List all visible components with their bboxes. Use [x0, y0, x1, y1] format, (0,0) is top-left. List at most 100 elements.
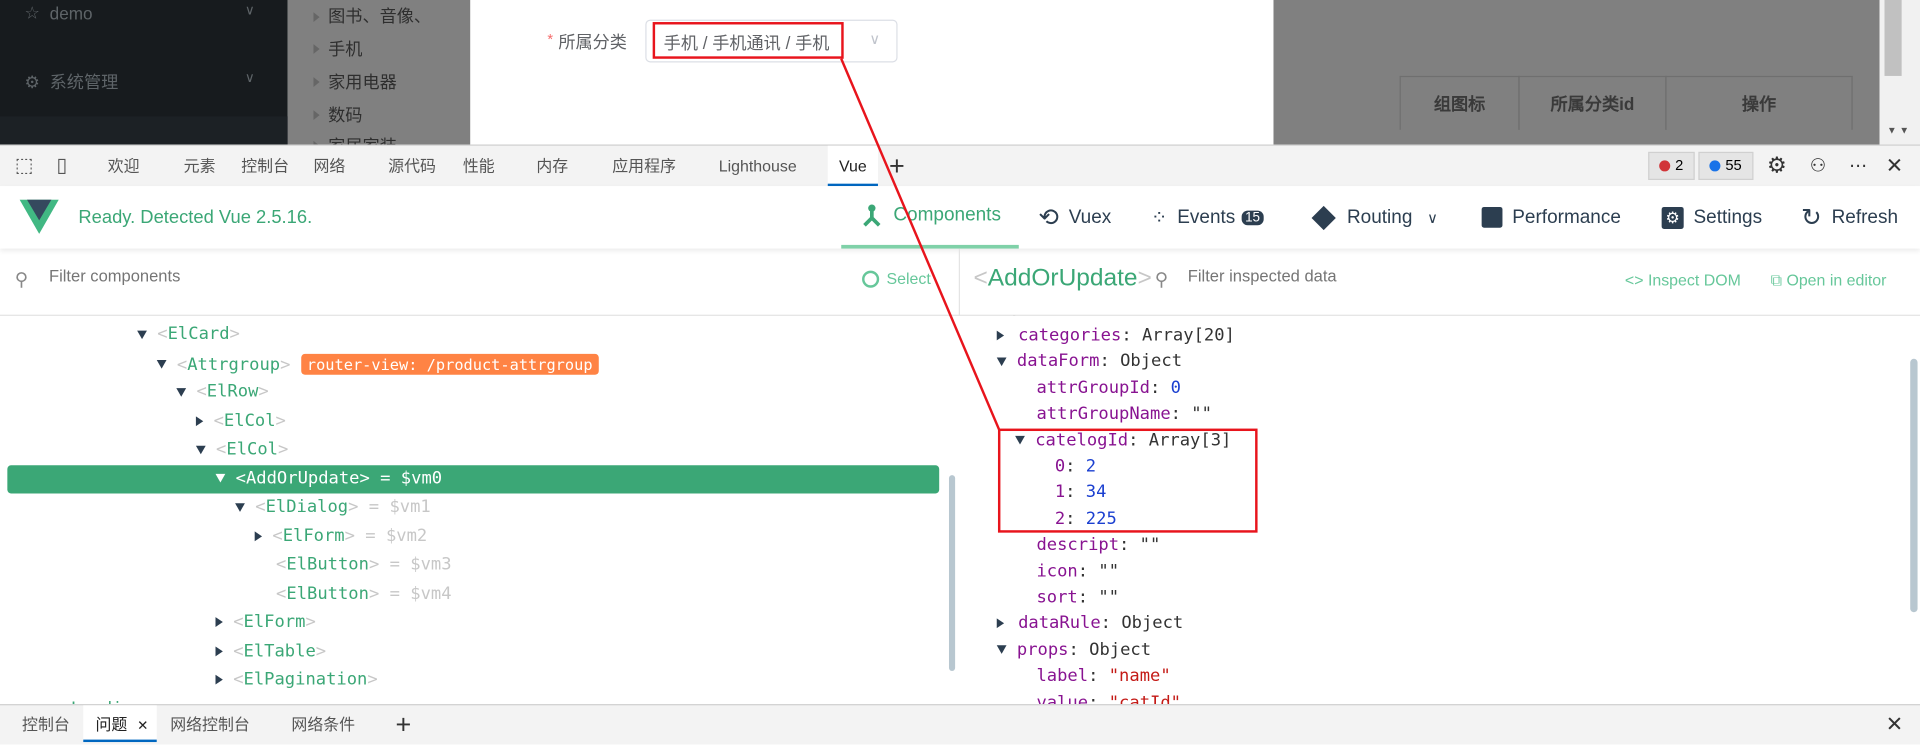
- scroll-down-icon[interactable]: ▼ ▼: [1887, 125, 1909, 136]
- data-value: "name": [1108, 666, 1171, 686]
- tree-node[interactable]: <ElRow>: [176, 378, 269, 406]
- data-value: "": [1139, 535, 1161, 555]
- add-tab-icon[interactable]: +: [889, 146, 905, 186]
- tree-node[interactable]: <Attrgroup> router-view: /product-attrgr…: [156, 350, 599, 378]
- tree-node[interactable]: <ElCard>: [137, 321, 240, 349]
- tab-memory[interactable]: 内存: [536, 146, 568, 186]
- tree-node[interactable]: <ElDialog> = $vm1: [235, 493, 431, 521]
- expand-arrow-icon[interactable]: [235, 502, 245, 512]
- drawer-tab-network-conditions[interactable]: 网络条件: [291, 705, 355, 744]
- tab-vue[interactable]: Vue: [827, 145, 878, 187]
- collapse-arrow-icon[interactable]: [215, 645, 223, 656]
- sidebar-item-system[interactable]: ⚙ 系统管理: [24, 70, 118, 94]
- category-item[interactable]: 手机: [328, 37, 362, 61]
- tab-lighthouse[interactable]: Lighthouse: [719, 146, 797, 186]
- category-item[interactable]: 图书、音像、: [328, 4, 431, 28]
- messages-badge[interactable]: 55: [1698, 151, 1754, 181]
- data-row[interactable]: dataForm: Object: [996, 348, 1183, 376]
- data-key: attrGroupName: [1036, 404, 1171, 424]
- select-component-button[interactable]: Select: [862, 269, 931, 288]
- page-scrollbar[interactable]: ▼ ▼: [1879, 0, 1920, 145]
- collapse-arrow-icon[interactable]: [254, 530, 263, 541]
- required-mark: *: [547, 30, 554, 48]
- tree-node[interactable]: <ElForm> = $vm2: [254, 522, 427, 550]
- data-row[interactable]: dataRule: Object: [996, 610, 1183, 638]
- tree-node[interactable]: <ElCol>: [195, 436, 288, 464]
- tree-node[interactable]: <ElButton> = $vm3: [255, 551, 452, 579]
- inspect-element-icon[interactable]: ⬚: [15, 146, 34, 186]
- chevron-down-icon: ∨: [244, 71, 255, 86]
- expand-arrow-icon[interactable]: [996, 357, 1007, 366]
- collapse-arrow-icon[interactable]: [215, 674, 223, 685]
- inspect-dom-button[interactable]: <> Inspect DOM: [1625, 271, 1741, 289]
- tab-components[interactable]: Components: [841, 186, 1019, 249]
- tab-routing[interactable]: Routing ∨: [1310, 186, 1438, 248]
- refresh-button[interactable]: ↻ Refresh: [1801, 186, 1898, 248]
- data-key: dataForm: [1016, 351, 1100, 372]
- feedback-icon[interactable]: ⚇: [1810, 146, 1826, 186]
- gear-icon[interactable]: ⚙: [1767, 146, 1787, 186]
- tab-performance[interactable]: 性能: [463, 146, 495, 186]
- sidebar-item-demo[interactable]: ☆ demo: [24, 2, 92, 23]
- expand-arrow-icon[interactable]: [996, 645, 1007, 655]
- device-emulation-icon[interactable]: ▯: [56, 146, 67, 186]
- data-value: "": [1098, 561, 1120, 582]
- tree-node[interactable]: <ElCol>: [195, 407, 286, 435]
- tree-node[interactable]: <ElButton> = $vm4: [255, 580, 452, 608]
- tab-vuex[interactable]: ⟲ Vuex: [1038, 186, 1111, 248]
- data-key: icon: [1036, 561, 1078, 582]
- expand-arrow-icon[interactable]: [215, 473, 226, 483]
- chevron-down-icon: ∨: [869, 30, 881, 48]
- tree-node[interactable]: <ElForm>: [215, 609, 316, 637]
- pane-divider[interactable]: [958, 248, 961, 316]
- expand-arrow-icon[interactable]: [137, 330, 147, 339]
- data-row: value: "catId": [1015, 689, 1181, 705]
- expand-arrow-icon[interactable]: [176, 387, 187, 397]
- open-in-editor-button[interactable]: ⧉ Open in editor: [1771, 271, 1887, 291]
- expand-arrow-icon[interactable]: [156, 360, 167, 369]
- close-tab-icon[interactable]: ✕: [137, 719, 148, 734]
- errors-badge[interactable]: 2: [1648, 151, 1695, 181]
- data-row: label: "name": [1036, 666, 1171, 686]
- drawer-tab-network-console[interactable]: 网络控制台: [170, 705, 250, 744]
- tab-elements[interactable]: 元素: [184, 146, 216, 186]
- tab-events[interactable]: ⁘ Events 15: [1151, 186, 1264, 248]
- drawer-tab-console[interactable]: 控制台: [22, 705, 70, 744]
- tab-welcome[interactable]: 欢迎: [108, 146, 140, 186]
- data-key: categories: [1018, 325, 1122, 346]
- tab-sources[interactable]: 源代码: [388, 146, 436, 186]
- filter-components-input[interactable]: [46, 265, 419, 287]
- data-key: attrGroupId: [1036, 378, 1150, 398]
- expand-arrow-icon[interactable]: [195, 445, 206, 454]
- tab-network[interactable]: 网络: [313, 146, 345, 186]
- tree-node[interactable]: <ElTable>: [215, 637, 326, 665]
- close-drawer-icon[interactable]: ✕: [1886, 705, 1903, 744]
- collapse-arrow-icon[interactable]: [215, 617, 223, 627]
- close-devtools-icon[interactable]: ✕: [1886, 146, 1903, 186]
- table-header-cell: 组图标: [1399, 75, 1520, 130]
- tab-performance[interactable]: Performance: [1481, 186, 1621, 248]
- scrollbar-thumb[interactable]: [1884, 0, 1902, 76]
- data-key: props: [1016, 640, 1069, 660]
- tree-node[interactable]: <ElPagination>: [215, 666, 378, 694]
- category-item[interactable]: 家用电器: [328, 70, 397, 94]
- tree-node[interactable]: <AddOrUpdate> = $vm0: [215, 465, 442, 493]
- collapse-arrow-icon[interactable]: [996, 330, 1005, 341]
- tree-scrollbar[interactable]: [948, 475, 956, 672]
- inspected-component-name: <AddOrUpdate>: [973, 264, 1152, 292]
- data-scrollbar[interactable]: [1910, 358, 1918, 613]
- tab-application[interactable]: 应用程序: [612, 146, 676, 186]
- collapse-arrow-icon[interactable]: [996, 618, 1005, 629]
- add-drawer-tab-icon[interactable]: +: [396, 705, 412, 744]
- tree-node[interactable]: <Loading>: [39, 695, 154, 705]
- tab-settings[interactable]: ⚙ Settings: [1661, 186, 1762, 248]
- data-value: Object: [1120, 351, 1183, 372]
- filter-inspected-data-input[interactable]: [1185, 265, 1558, 287]
- drawer-tab-issues[interactable]: 问题 ✕: [83, 705, 157, 743]
- more-options-icon[interactable]: ⋯: [1849, 146, 1867, 186]
- collapse-arrow-icon[interactable]: [195, 415, 204, 426]
- category-item[interactable]: 数码: [328, 103, 362, 127]
- data-row[interactable]: props: Object: [996, 636, 1151, 664]
- tab-console[interactable]: 控制台: [241, 146, 289, 186]
- data-row[interactable]: categories: Array[20]: [996, 322, 1235, 350]
